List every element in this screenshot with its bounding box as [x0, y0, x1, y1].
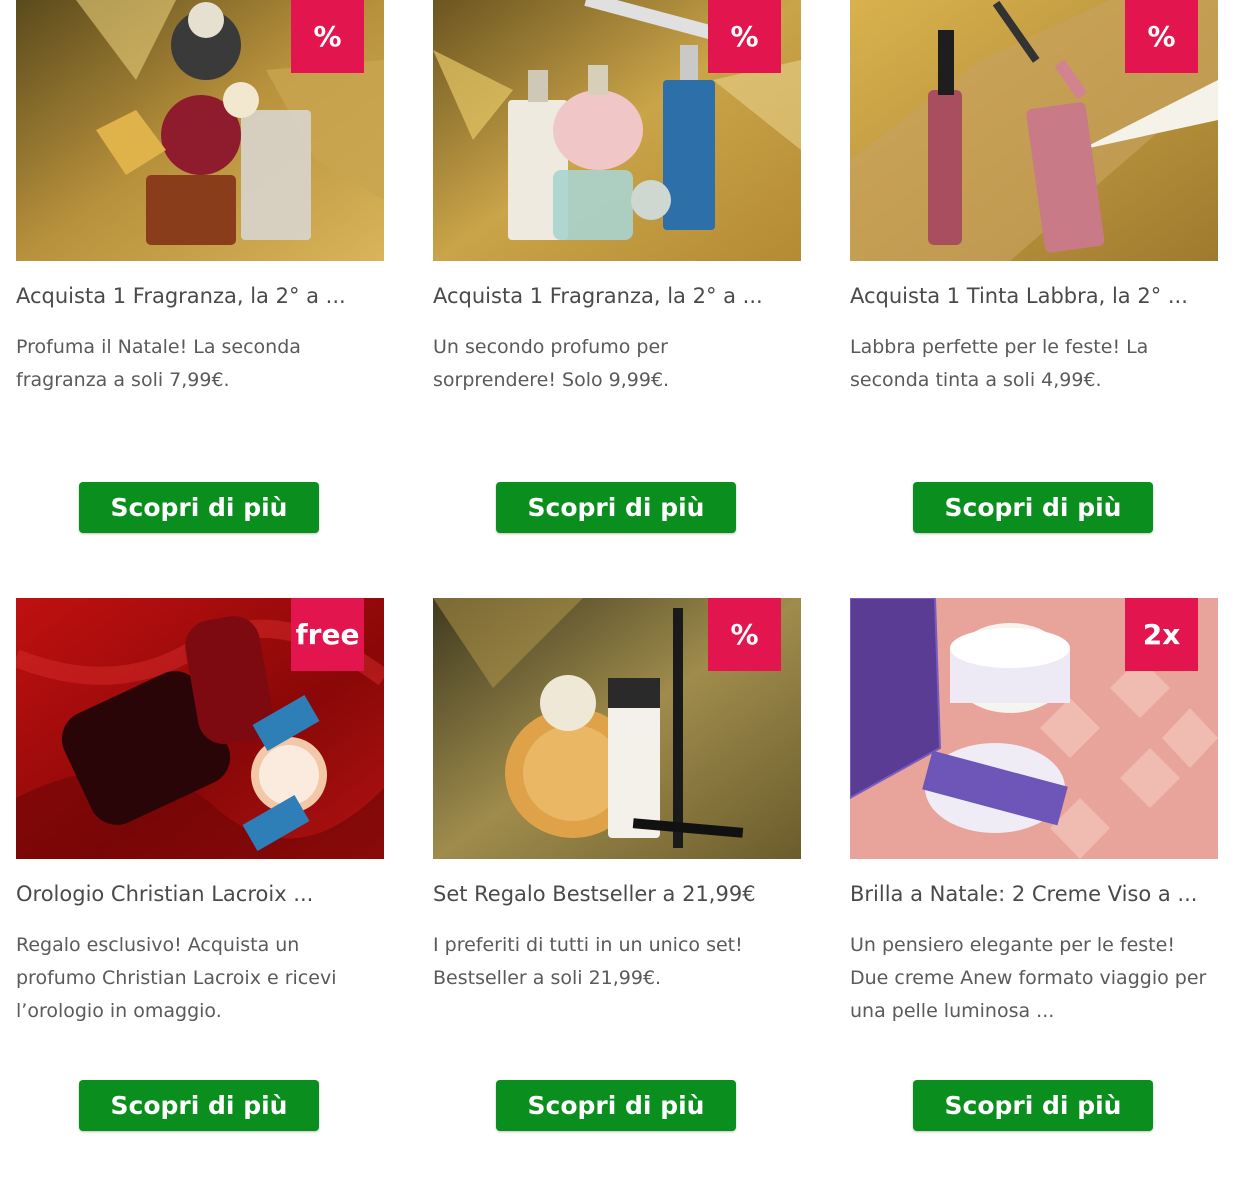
offer-description: Profuma il Natale! La seconda fragranza … — [16, 336, 301, 391]
offer-description: Labbra perfette per le feste! La seconda… — [850, 336, 1149, 391]
offer-card: 2x Brilla a Natale: 2 Creme Viso a ... U… — [850, 598, 1218, 1131]
offer-description: I preferiti di tutti in un unico set! Be… — [433, 934, 743, 989]
offer-image[interactable]: % — [433, 0, 801, 261]
offer-title[interactable]: Orologio Christian Lacroix ... — [16, 879, 384, 909]
discover-more-button[interactable]: Scopri di più — [79, 1080, 319, 1131]
offer-title[interactable]: Acquista 1 Tinta Labbra, la 2° ... — [850, 281, 1218, 311]
offer-description: Un secondo profumo per sorprendere! Solo… — [433, 336, 670, 391]
discover-more-button[interactable]: Scopri di più — [496, 482, 736, 533]
offer-title[interactable]: Acquista 1 Fragranza, la 2° a ... — [16, 281, 384, 311]
discover-more-button[interactable]: Scopri di più — [913, 482, 1153, 533]
offer-image[interactable]: free — [16, 598, 384, 859]
offer-description: Regalo esclusivo! Acquista un profumo Ch… — [16, 934, 337, 1022]
offer-description: Un pensiero elegante per le feste! Due c… — [850, 934, 1207, 1022]
offer-image[interactable]: 2x — [850, 598, 1218, 859]
discount-badge: % — [1125, 0, 1198, 73]
offer-card: % Acquista 1 Tinta Labbra, la 2° ... Lab… — [850, 0, 1218, 533]
discount-badge: % — [708, 598, 781, 671]
offer-card: % Set Regalo Bestseller a 21,99€ I prefe… — [433, 598, 801, 1131]
offer-card: % Acquista 1 Fragranza, la 2° a ... Un s… — [433, 0, 801, 533]
discover-more-button[interactable]: Scopri di più — [496, 1080, 736, 1131]
offer-title[interactable]: Brilla a Natale: 2 Creme Viso a ... — [850, 879, 1218, 909]
offer-card: free Orologio Christian Lacroix ... Rega… — [16, 598, 384, 1131]
offer-title[interactable]: Acquista 1 Fragranza, la 2° a ... — [433, 281, 801, 311]
offer-image[interactable]: % — [850, 0, 1218, 261]
offer-card: % Acquista 1 Fragranza, la 2° a ... Prof… — [16, 0, 384, 533]
discover-more-button[interactable]: Scopri di più — [79, 482, 319, 533]
discover-more-button[interactable]: Scopri di più — [913, 1080, 1153, 1131]
discount-badge: % — [291, 0, 364, 73]
free-badge: free — [291, 598, 364, 671]
offers-grid: % Acquista 1 Fragranza, la 2° a ... Prof… — [0, 0, 1250, 1180]
offer-image[interactable]: % — [433, 598, 801, 859]
offer-image[interactable]: % — [16, 0, 384, 261]
discount-badge: % — [708, 0, 781, 73]
offer-title[interactable]: Set Regalo Bestseller a 21,99€ — [433, 879, 801, 909]
two-for-one-badge: 2x — [1125, 598, 1198, 671]
